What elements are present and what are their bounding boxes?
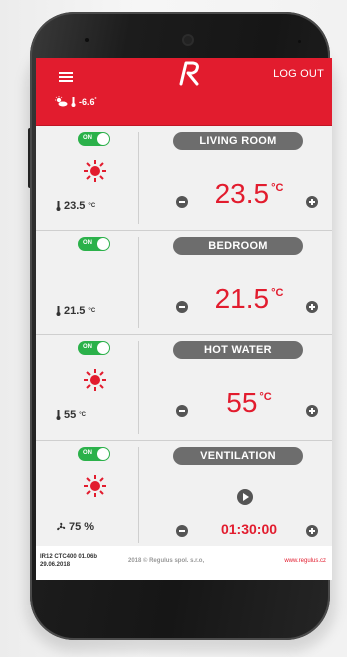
zone-divider: [138, 132, 139, 224]
sensor-dot: [85, 38, 89, 42]
outdoor-weather: -6.6°: [54, 96, 97, 107]
increase-button[interactable]: [306, 525, 318, 537]
current-temperature: 21.5 °C: [56, 305, 95, 317]
zone-hot-water: ON 55 °C HOT WATER 55 °C: [36, 335, 332, 441]
partly-cloudy-icon: [55, 96, 68, 107]
zone-toggle[interactable]: ON: [78, 341, 110, 355]
thermometer-icon: [71, 96, 76, 107]
zone-divider: [138, 237, 139, 328]
thermometer-icon: [56, 201, 61, 211]
decrease-button[interactable]: [176, 301, 188, 313]
increase-button[interactable]: [306, 405, 318, 417]
proximity-sensor: [298, 40, 301, 43]
thermometer-icon: [56, 410, 61, 420]
zone-toggle[interactable]: ON: [78, 237, 110, 251]
sun-icon: [84, 369, 106, 391]
app-header: LOG OUT -6.6°: [36, 58, 332, 126]
outdoor-temperature: -6.6°: [79, 96, 97, 107]
app-screen: LOG OUT -6.6° ON 23.5 °C LIVING ROOM 23.5…: [36, 58, 332, 580]
setpoint-value: 23.5 °C: [214, 178, 284, 209]
moon-icon: [90, 270, 97, 284]
sun-icon: [84, 160, 106, 182]
copyright-text: 2018 © Regulus spol. s.r.o,: [128, 558, 205, 564]
firmware-info: IR12 CTC400 01.06b 29.06.2018: [40, 554, 98, 568]
zone-living-room: ON 23.5 °C LIVING ROOM 23.5 °C: [36, 126, 332, 231]
fan-icon: [57, 522, 66, 531]
setpoint-value: 55 °C: [226, 387, 272, 418]
zone-title: LIVING ROOM: [173, 132, 303, 150]
timer-value: 01:30:00: [220, 521, 278, 537]
increase-button[interactable]: [306, 301, 318, 313]
menu-icon[interactable]: [59, 72, 73, 82]
zone-ventilation: ON 75 % VENTILATION 01:30:00: [36, 441, 332, 550]
logout-button[interactable]: LOG OUT: [273, 68, 324, 80]
zone-title: VENTILATION: [173, 447, 303, 465]
decrease-button[interactable]: [176, 525, 188, 537]
front-camera: [184, 36, 192, 44]
app-footer: IR12 CTC400 01.06b 29.06.2018 2018 © Reg…: [36, 546, 332, 580]
increase-button[interactable]: [306, 196, 318, 208]
zone-title: BEDROOM: [173, 237, 303, 255]
zone-divider: [138, 447, 139, 543]
current-temperature: 23.5 °C: [56, 200, 95, 212]
sun-icon: [84, 475, 106, 497]
current-temperature: 55 °C: [56, 409, 86, 421]
regulus-logo: [179, 61, 199, 86]
setpoint-value: 21.5 °C: [214, 283, 284, 314]
zone-toggle[interactable]: ON: [78, 132, 110, 146]
website-link[interactable]: www.regulus.cz: [284, 558, 326, 564]
zone-title: HOT WATER: [173, 341, 303, 359]
zone-bedroom: ON 21.5 °C BEDROOM 21.5 °C: [36, 231, 332, 335]
thermometer-icon: [56, 306, 61, 316]
zone-divider: [138, 341, 139, 434]
fan-speed-reading: 75 %: [56, 521, 94, 533]
play-button[interactable]: [237, 489, 253, 505]
decrease-button[interactable]: [176, 405, 188, 417]
decrease-button[interactable]: [176, 196, 188, 208]
zone-toggle[interactable]: ON: [78, 447, 110, 461]
